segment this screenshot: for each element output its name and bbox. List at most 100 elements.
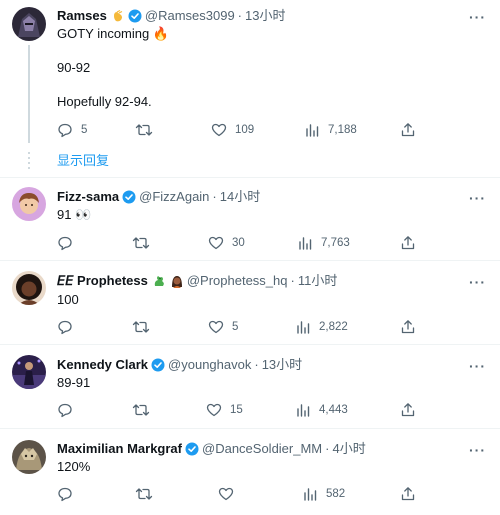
tweet[interactable]: Kennedy Clark @younghavok · 13小时 ··· 89-… <box>0 345 500 428</box>
reply-count: 5 <box>81 124 88 136</box>
user-handle[interactable]: @younghavok <box>168 356 251 374</box>
avatar[interactable] <box>12 440 46 474</box>
views-button[interactable]: 582 <box>302 486 345 502</box>
retweet-icon <box>135 488 153 500</box>
reply-icon <box>58 123 72 138</box>
like-button[interactable]: 109 <box>211 122 254 138</box>
user-handle[interactable]: @Prophetess_hq <box>187 272 288 290</box>
reply-button[interactable] <box>57 402 81 418</box>
retweet-icon <box>132 237 150 249</box>
reply-icon <box>58 403 72 418</box>
like-button[interactable]: 5 <box>208 319 238 335</box>
separator-dot: · <box>254 357 259 372</box>
user-handle[interactable]: @FizzAgain <box>139 188 209 206</box>
tweet-header: Ramses @Ramses3099 · 13小时 <box>57 7 285 25</box>
views-button[interactable]: 4,443 <box>295 402 348 418</box>
share-button[interactable] <box>400 122 416 138</box>
views-button[interactable]: 7,188 <box>304 122 357 138</box>
display-name[interactable]: Fizz-sama <box>57 188 119 206</box>
reply-button[interactable] <box>57 486 81 502</box>
like-count: 15 <box>230 404 243 416</box>
dragon-icon <box>152 274 166 288</box>
view-count: 582 <box>326 488 346 500</box>
like-button[interactable]: 15 <box>206 402 243 418</box>
share-icon <box>401 320 415 334</box>
avatar[interactable] <box>12 7 46 41</box>
analytics-icon <box>299 237 312 250</box>
verified-badge-icon <box>122 190 136 204</box>
reply-button[interactable]: 5 <box>57 122 87 138</box>
timestamp[interactable]: 4小时 <box>332 440 365 458</box>
thread-line <box>28 45 30 143</box>
clap-hands-icon <box>111 9 125 23</box>
tweet-text-line: 120% <box>57 459 91 474</box>
more-options-icon[interactable]: ··· <box>469 191 486 205</box>
reply-icon <box>58 236 72 251</box>
avatar[interactable] <box>12 271 46 305</box>
tweet[interactable]: Fizz-sama @FizzAgain · 14小时 ··· 91 👀 30 … <box>0 178 500 260</box>
share-button[interactable] <box>400 402 416 418</box>
retweet-button[interactable] <box>135 486 161 502</box>
tweet-text-line: 91 👀 <box>57 207 92 222</box>
like-button[interactable] <box>218 486 242 502</box>
timestamp[interactable]: 14小时 <box>220 188 260 206</box>
verified-badge-icon <box>151 358 165 372</box>
display-name[interactable]: Maximilian Markgraf <box>57 440 182 458</box>
retweet-button[interactable] <box>132 235 158 251</box>
verified-badge-icon <box>185 442 199 456</box>
action-bar: 582 <box>57 486 417 502</box>
like-button[interactable]: 30 <box>208 235 245 251</box>
display-name[interactable]: Ramses <box>57 7 107 25</box>
retweet-button[interactable] <box>132 402 158 418</box>
more-options-icon[interactable]: ··· <box>469 359 486 373</box>
separator-dot: · <box>212 189 217 204</box>
retweet-button[interactable] <box>132 319 158 335</box>
reply-button[interactable] <box>57 319 81 335</box>
share-icon <box>401 236 415 250</box>
reply-icon <box>58 487 72 502</box>
reply-button[interactable] <box>57 235 81 251</box>
display-name[interactable]: Kennedy Clark <box>57 356 148 374</box>
share-button[interactable] <box>400 319 416 335</box>
retweet-button[interactable] <box>135 122 161 138</box>
woman-emoji-icon <box>170 274 184 288</box>
tweet[interactable]: Maximilian Markgraf @DanceSoldier_MM · 4… <box>0 429 500 515</box>
avatar-image <box>12 7 46 41</box>
show-replies-link[interactable]: 显示回复 <box>57 152 109 170</box>
share-button[interactable] <box>400 486 416 502</box>
tweet-text-line: 90-92 <box>57 60 91 75</box>
tweet-text-line: Hopefully 92-94. <box>57 94 152 109</box>
action-bar: 15 4,443 <box>57 402 417 418</box>
more-options-icon[interactable]: ··· <box>469 10 486 24</box>
action-bar: 30 7,763 <box>57 235 417 251</box>
tweet[interactable]: Ramses @Ramses3099 · 13小时 ··· GOTY incom… <box>0 0 500 146</box>
view-count: 7,188 <box>328 124 357 136</box>
avatar[interactable] <box>12 187 46 221</box>
analytics-icon <box>297 321 310 334</box>
more-options-icon[interactable]: ··· <box>469 443 486 457</box>
views-button[interactable]: 2,822 <box>295 319 348 335</box>
analytics-icon <box>297 404 310 417</box>
timestamp[interactable]: 13小时 <box>262 356 302 374</box>
retweet-icon <box>132 404 150 416</box>
view-count: 7,763 <box>321 237 350 249</box>
verified-badge-icon <box>128 9 142 23</box>
display-name[interactable]: 𝘌𝘌 Prophetess <box>57 272 148 290</box>
share-button[interactable] <box>400 235 416 251</box>
tweet-text-line: 89-91 <box>57 375 91 390</box>
share-icon <box>401 487 415 501</box>
tweet-header: Kennedy Clark @younghavok · 13小时 <box>57 356 302 374</box>
timestamp[interactable]: 13小时 <box>245 7 285 25</box>
separator-dot: · <box>290 273 295 288</box>
timestamp[interactable]: 11小时 <box>298 272 338 290</box>
tweet-header: Fizz-sama @FizzAgain · 14小时 <box>57 188 260 206</box>
views-button[interactable]: 7,763 <box>297 235 350 251</box>
avatar[interactable] <box>12 355 46 389</box>
tweet[interactable]: 𝘌𝘌 Prophetess @Prophetess_hq · 11小时 ··· … <box>0 261 500 344</box>
user-handle[interactable]: @Ramses3099 <box>145 7 235 25</box>
like-count: 30 <box>232 237 245 249</box>
share-icon <box>401 403 415 417</box>
separator-dot: · <box>325 441 330 456</box>
more-options-icon[interactable]: ··· <box>469 275 486 289</box>
user-handle[interactable]: @DanceSoldier_MM <box>202 440 322 458</box>
